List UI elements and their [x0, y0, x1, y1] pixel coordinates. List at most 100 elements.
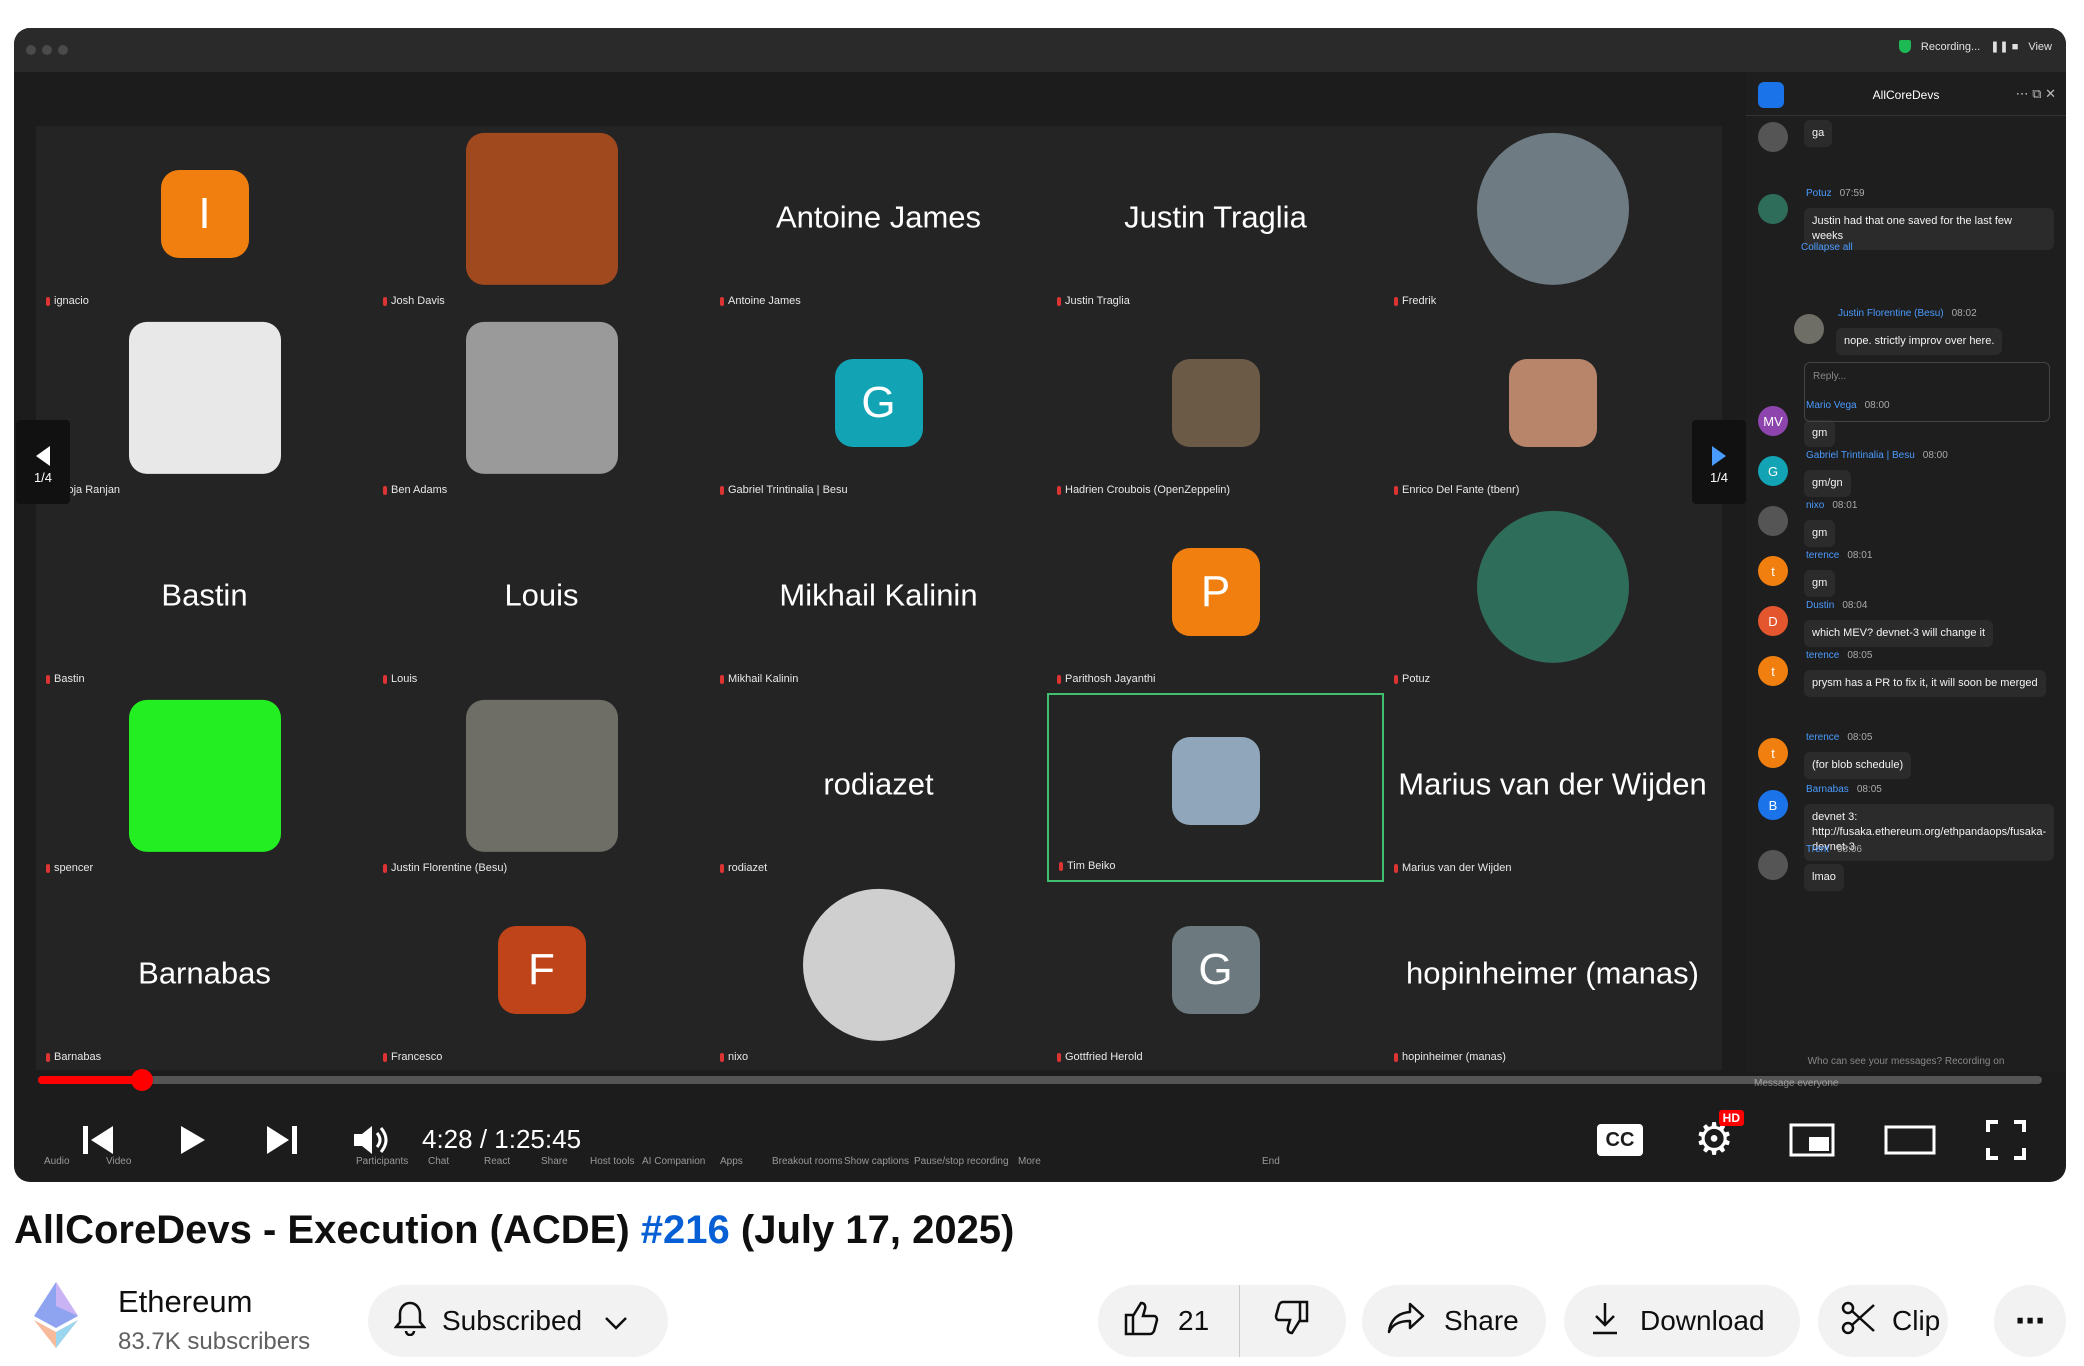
participant-tile[interactable]: Enrico Del Fante (tbenr) — [1384, 315, 1721, 504]
participant-name: Gottfried Herold — [1065, 1051, 1143, 1063]
zoom-status: Recording... ❚❚ ■ View — [1898, 40, 2052, 53]
download-label: Download — [1640, 1305, 1765, 1336]
chat-avatar — [1794, 314, 1824, 344]
participant-name: ignacio — [54, 295, 89, 307]
message-time: 08:02 — [1951, 308, 1977, 319]
participant-tile[interactable]: Iignacio — [36, 126, 373, 315]
reply-input[interactable]: Reply... — [1804, 362, 2050, 422]
video-player[interactable]: Recording... ❚❚ ■ View Iignacio Josh Davi… — [14, 28, 2066, 1182]
subscriber-count: 83.7K subscribers — [118, 1328, 311, 1355]
author-name: nixo — [1806, 500, 1825, 511]
participant-tile[interactable]: G Gabriel Trintinalia | Besu — [710, 315, 1047, 504]
participant-name: Hadrien Croubois (OpenZeppelin) — [1065, 484, 1231, 496]
participant-tile[interactable]: rodiazet rodiazet — [710, 693, 1047, 882]
dislike-button[interactable] — [1240, 1285, 1344, 1357]
participant-tile[interactable]: Pooja Ranjan — [36, 315, 373, 504]
settings-button[interactable]: ⚙ HD — [1684, 1110, 1744, 1166]
participant-name-label: ignacio — [46, 295, 89, 307]
chat-author: Dustin 08:04 — [1806, 600, 1867, 611]
participant-name: hopinheimer (manas) — [1402, 1051, 1506, 1063]
like-button[interactable]: 21 — [1098, 1285, 1240, 1357]
chat-avatar: G — [1758, 456, 1788, 486]
participant-tile[interactable]: Mikhail Kalinin Mikhail Kalinin — [710, 504, 1047, 693]
progress-bar[interactable] — [38, 1069, 2042, 1091]
chat-avatar — [1758, 506, 1788, 536]
muted-mic-icon — [1394, 1052, 1398, 1062]
thumbs-down-icon — [1273, 1299, 1311, 1344]
page-indicator: 1/4 — [1709, 470, 1729, 485]
scrubber-knob[interactable] — [131, 1069, 154, 1091]
zoom-toolbar-label: AI Companion — [642, 1156, 706, 1167]
muted-mic-icon — [1057, 485, 1061, 495]
participant-initial-avatar: P — [1171, 547, 1260, 636]
muted-mic-icon — [1057, 674, 1061, 684]
muted-mic-icon — [1394, 296, 1398, 306]
participant-tile[interactable]: Barnabas Barnabas — [36, 882, 373, 1071]
participant-name-label: nixo — [720, 1051, 748, 1063]
author-name: Dustin — [1806, 600, 1835, 611]
miniplayer-icon[interactable] — [1784, 1114, 1840, 1166]
participant-tile[interactable]: Ben Adams — [373, 315, 710, 504]
play-icon[interactable] — [164, 1114, 220, 1166]
clip-button[interactable]: Clip — [1818, 1285, 1948, 1357]
message-time: 08:06 — [1836, 844, 1862, 855]
share-button[interactable]: Share — [1362, 1285, 1546, 1357]
participant-display-name: Justin Traglia — [1124, 198, 1307, 234]
author-name: Trent — [1806, 844, 1829, 855]
participant-tile[interactable]: G Gottfried Herold — [1047, 882, 1384, 1071]
window-dot — [26, 45, 36, 55]
participant-tile[interactable]: Justin Traglia Justin Traglia — [1047, 126, 1384, 315]
share-label: Share — [1444, 1305, 1519, 1336]
participant-tile[interactable]: Tim Beiko — [1047, 693, 1384, 882]
participant-name-label: Barnabas — [46, 1051, 101, 1063]
captions-button[interactable]: CC — [1592, 1114, 1648, 1166]
message-time: 07:59 — [1839, 188, 1865, 199]
participant-tile[interactable]: Potuz — [1384, 504, 1721, 693]
participant-tile[interactable]: Josh Davis — [373, 126, 710, 315]
progress-fill — [38, 1076, 143, 1084]
participant-tile[interactable]: nixo — [710, 882, 1047, 1071]
muted-mic-icon — [383, 485, 387, 495]
participant-tile[interactable]: P Parithosh Jayanthi — [1047, 504, 1384, 693]
player-controls: 4:28 / 1:25:45 Audio Video Participants Cha… — [14, 1108, 2066, 1182]
channel-name[interactable]: Ethereum — [118, 1284, 252, 1320]
participant-tile[interactable]: Bastin Bastin — [36, 504, 373, 693]
muted-mic-icon — [46, 296, 50, 306]
participant-tile[interactable]: Antoine James Antoine James — [710, 126, 1047, 315]
participant-tile[interactable]: Fredrik — [1384, 126, 1721, 315]
zoom-toolbar-label: Apps — [720, 1156, 743, 1167]
next-icon[interactable] — [254, 1114, 310, 1166]
close-icon[interactable]: ⋯ ⧉ ✕ — [2016, 86, 2056, 102]
gallery-prev-button[interactable]: 1/4 — [16, 420, 70, 504]
participant-photo — [1171, 736, 1260, 825]
fullscreen-icon[interactable] — [1978, 1114, 2034, 1166]
ethereum-logo-icon[interactable] — [32, 1282, 80, 1348]
participant-tile[interactable]: Hadrien Croubois (OpenZeppelin) — [1047, 315, 1384, 504]
participant-display-name: Louis — [504, 576, 579, 612]
message-text: prysm has a PR to fix it, it will soon b… — [1804, 670, 2046, 697]
recording-label: Recording... — [1920, 40, 1981, 53]
participant-tile[interactable]: F Francesco — [373, 882, 710, 1071]
message-text: gm — [1804, 570, 1836, 597]
participant-tile[interactable]: Justin Florentine (Besu) — [373, 693, 710, 882]
view-label: View — [2028, 40, 2052, 53]
subscribed-button[interactable]: Subscribed — [368, 1285, 668, 1357]
gallery-next-button[interactable]: 1/4 — [1692, 420, 1746, 504]
chat-avatar: MV — [1758, 406, 1788, 436]
chat-author: Trent 08:06 — [1806, 844, 1862, 855]
zoom-toolbar-label: Audio — [44, 1156, 70, 1167]
download-button[interactable]: Download — [1564, 1285, 1800, 1357]
chat-author: nixo 08:01 — [1806, 500, 1857, 511]
participant-name: Ben Adams — [391, 484, 448, 496]
more-actions-button[interactable]: ⋯ — [1994, 1285, 2066, 1357]
theater-mode-icon[interactable] — [1880, 1114, 1940, 1166]
zoom-toolbar-label: More — [1018, 1156, 1041, 1167]
participant-tile[interactable]: Louis Louis — [373, 504, 710, 693]
participant-tile[interactable]: Marius van der Wijden Marius van der Wijd… — [1384, 693, 1721, 882]
episode-hashtag[interactable]: #216 — [641, 1208, 730, 1252]
collapse-all-link[interactable]: Collapse all — [1801, 242, 1853, 253]
participant-display-name: hopinheimer (manas) — [1406, 954, 1699, 990]
participant-tile[interactable]: hopinheimer (manas) hopinheimer (manas) — [1384, 882, 1721, 1071]
participant-name-label: Potuz — [1394, 673, 1430, 685]
participant-tile[interactable]: spencer — [36, 693, 373, 882]
